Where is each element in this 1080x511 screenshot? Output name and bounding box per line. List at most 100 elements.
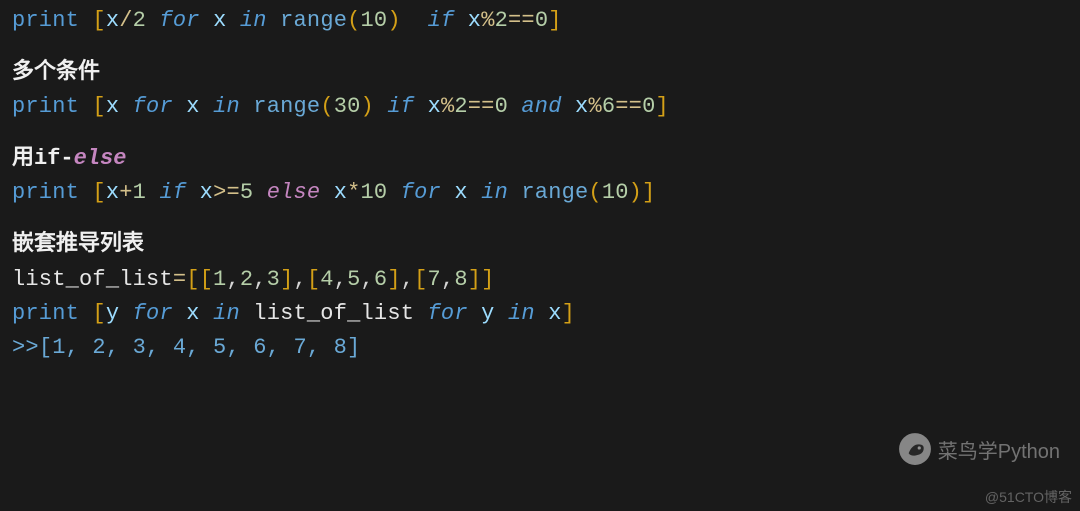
num-6: 6 — [374, 267, 387, 292]
keyword-and: and — [521, 94, 561, 119]
heading-multiple-conditions: 多个条件 — [12, 56, 1068, 90]
op-assign: = — [173, 267, 186, 292]
keyword-for: for — [133, 94, 173, 119]
output-list: [1, 2, 3, 4, 5, 6, 7, 8] — [39, 335, 361, 360]
var-x: x — [200, 180, 213, 205]
num-10: 10 — [361, 180, 388, 205]
num-0: 0 — [535, 8, 548, 33]
space — [441, 180, 454, 205]
keyword-if: if — [428, 8, 455, 33]
paren-open: ( — [347, 8, 360, 33]
num-10: 10 — [361, 8, 388, 33]
comma: , — [361, 267, 374, 292]
space — [200, 301, 213, 326]
space — [508, 180, 521, 205]
num-5: 5 — [240, 180, 253, 205]
space — [173, 94, 186, 119]
space — [535, 301, 548, 326]
num-8: 8 — [454, 267, 467, 292]
space — [495, 301, 508, 326]
bracket-close: ] — [280, 267, 293, 292]
space — [146, 8, 159, 33]
keyword-print: print — [12, 8, 92, 33]
watermark-brand: 菜鸟学Python — [898, 432, 1060, 466]
keyword-for: for — [401, 180, 441, 205]
num-0: 0 — [495, 94, 508, 119]
keyword-for: for — [133, 301, 173, 326]
bracket-close: ] — [655, 94, 668, 119]
op-mod: % — [441, 94, 454, 119]
space — [146, 180, 159, 205]
fn-range: range — [253, 94, 320, 119]
bracket-open: [ — [92, 301, 105, 326]
op-eq: == — [468, 94, 495, 119]
bracket-close: ] — [387, 267, 400, 292]
paren-open: ( — [320, 94, 333, 119]
bracket-close: ] — [642, 180, 655, 205]
space — [200, 94, 213, 119]
keyword-in: in — [213, 301, 240, 326]
paren-open: ( — [588, 180, 601, 205]
space — [186, 180, 199, 205]
num-1: 1 — [133, 180, 146, 205]
space — [173, 301, 186, 326]
heading-if-else: 用if-else — [12, 142, 1068, 176]
space — [200, 8, 213, 33]
space — [267, 8, 280, 33]
comma: , — [253, 267, 266, 292]
bracket-open: [ — [92, 8, 105, 33]
var-x: x — [106, 8, 119, 33]
op-eq: == — [615, 94, 642, 119]
var-x: x — [186, 94, 199, 119]
heading-nested-listcomp: 嵌套推导列表 — [12, 228, 1068, 262]
space — [240, 301, 253, 326]
keyword-in: in — [213, 94, 240, 119]
op-mul: * — [347, 180, 360, 205]
num-0: 0 — [642, 94, 655, 119]
comma: , — [293, 267, 306, 292]
code-line-3: print [x+1 if x>=5 else x*10 for x in ra… — [12, 176, 1068, 210]
keyword-if: if — [387, 94, 414, 119]
blank-line — [12, 210, 1068, 224]
space — [401, 8, 428, 33]
code-output-line: >>[1, 2, 3, 4, 5, 6, 7, 8] — [12, 331, 1068, 365]
heading-else-italic: else — [74, 146, 127, 171]
space — [468, 180, 481, 205]
var-x: x — [468, 8, 481, 33]
keyword-in: in — [481, 180, 508, 205]
num-10: 10 — [602, 180, 629, 205]
var-y: y — [106, 301, 119, 326]
space — [562, 94, 575, 119]
var-x: x — [548, 301, 561, 326]
bracket-close: ] — [548, 8, 561, 33]
keyword-else: else — [267, 180, 321, 205]
bird-icon — [898, 432, 932, 466]
keyword-if: if — [159, 180, 186, 205]
keyword-print: print — [12, 94, 92, 119]
heading-text: 用if- — [12, 146, 74, 171]
keyword-print: print — [12, 301, 92, 326]
space — [454, 8, 467, 33]
var-x: x — [213, 8, 226, 33]
num-5: 5 — [347, 267, 360, 292]
var-x: x — [106, 94, 119, 119]
comma: , — [401, 267, 414, 292]
watermark-brand-text: 菜鸟学Python — [938, 435, 1060, 464]
space — [414, 301, 427, 326]
code-line-1: print [x/2 for x in range(10) if x%2==0] — [12, 4, 1068, 38]
bracket-open: [ — [307, 267, 320, 292]
op-ge: >= — [213, 180, 240, 205]
var-x: x — [428, 94, 441, 119]
num-1: 1 — [213, 267, 226, 292]
comma: , — [226, 267, 239, 292]
space — [320, 180, 333, 205]
bracket-open: [ — [92, 180, 105, 205]
bracket-close: ]] — [468, 267, 495, 292]
num-3: 3 — [267, 267, 280, 292]
space — [508, 94, 521, 119]
fn-range: range — [521, 180, 588, 205]
code-line-4b: print [y for x in list_of_list for y in … — [12, 297, 1068, 331]
space — [468, 301, 481, 326]
space — [374, 94, 387, 119]
space — [387, 180, 400, 205]
